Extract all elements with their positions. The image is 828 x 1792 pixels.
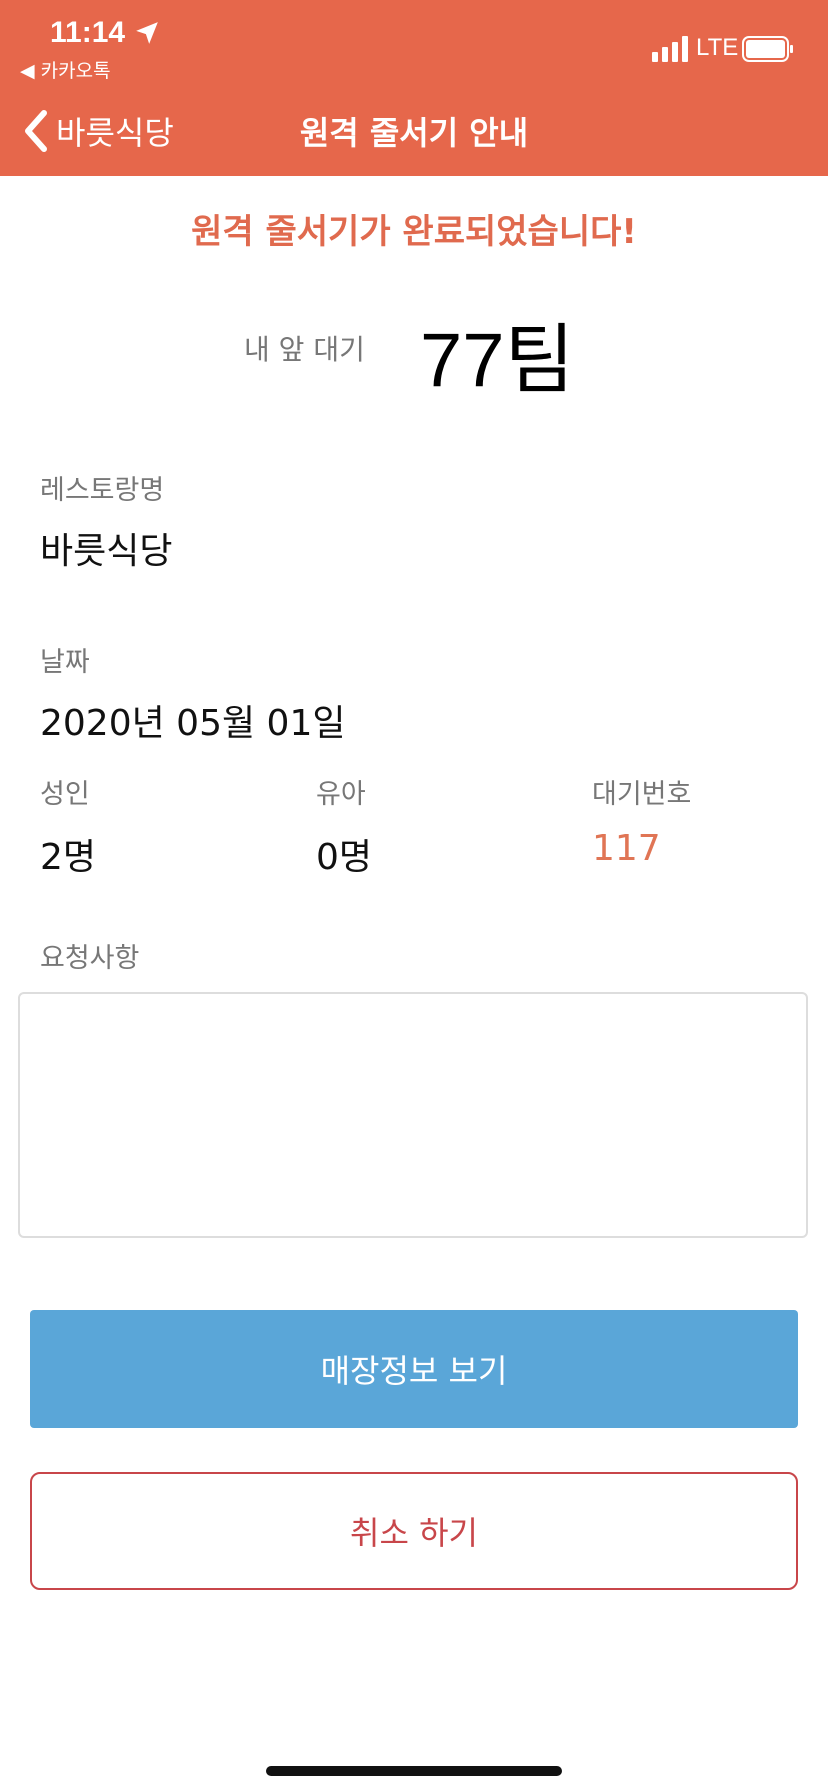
home-indicator[interactable] [266,1766,562,1776]
status-time: 11:14 [50,16,126,49]
app-header: 11:14 ◀ 카카오톡 LTE 바릇식당 원격 줄서기 안내 [0,0,828,176]
back-to-app-link[interactable]: ◀ 카카오톡 [20,56,111,83]
queue-number-value: 117 [592,828,661,869]
request-textarea[interactable] [18,992,808,1238]
restaurant-name-label: 레스토랑명 [40,475,165,506]
restaurant-name-value: 바릇식당 [40,531,173,572]
wait-count-value: 77팀 [420,318,575,403]
store-info-button[interactable]: 매장정보 보기 [30,1310,798,1428]
network-type: LTE [696,34,739,61]
chevron-left-icon [25,110,47,152]
wait-count-label: 내 앞 대기 [244,333,365,366]
adult-count-value: 2명 [40,837,97,878]
date-value: 2020년 05월 01일 [40,703,346,744]
location-arrow-icon [136,22,158,44]
date-label: 날짜 [40,647,90,678]
nav-back-label: 바릇식당 [56,114,174,152]
child-count-value: 0명 [316,837,373,878]
cancel-button[interactable]: 취소 하기 [30,1472,798,1590]
battery-icon [742,36,793,62]
adult-count-label: 성인 [40,779,90,810]
child-count-label: 유아 [316,779,366,810]
request-label: 요청사항 [40,943,140,974]
signal-icon [652,36,688,62]
queue-number-label: 대기번호 [592,779,692,810]
success-message: 원격 줄서기가 완료되었습니다! [191,212,637,252]
nav-back-button[interactable]: 바릇식당 [22,108,174,154]
